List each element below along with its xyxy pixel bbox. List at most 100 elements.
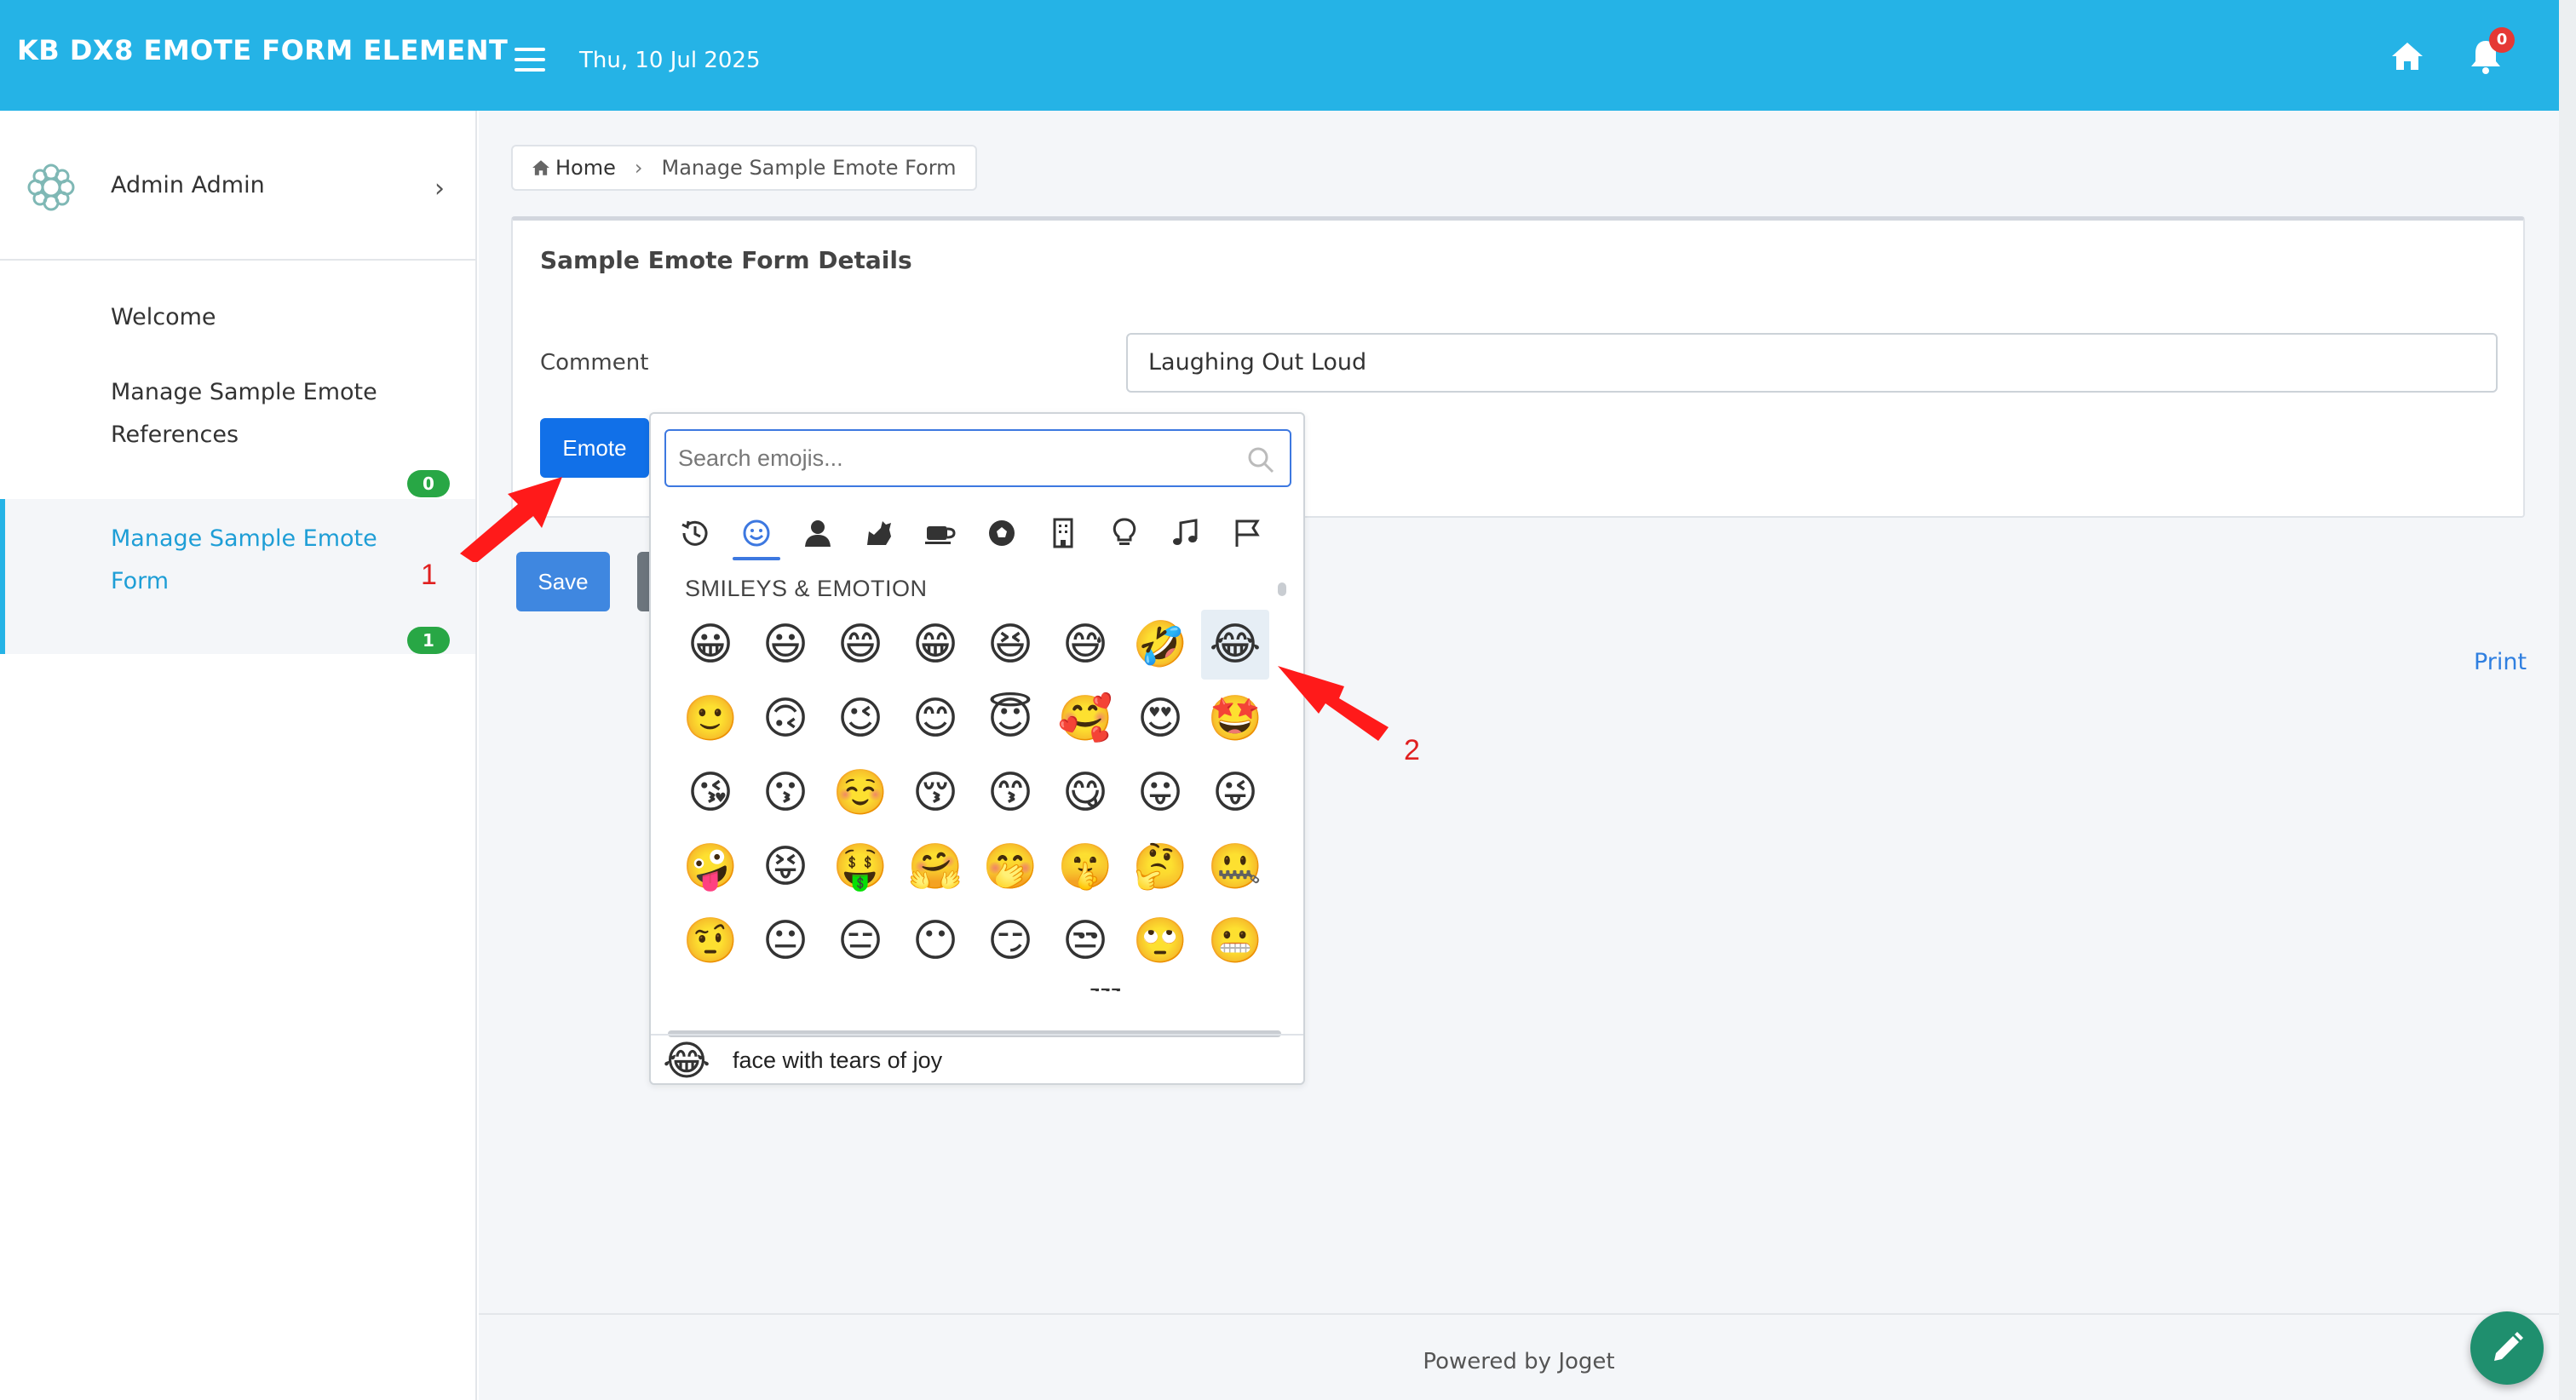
emoji-cell[interactable]: 🤣 [1126, 610, 1194, 680]
breadcrumb-separator: › [634, 156, 643, 180]
sidebar-item-welcome[interactable]: Welcome [0, 281, 475, 358]
print-link[interactable]: Print [2474, 649, 2527, 675]
emoji-cell[interactable]: 😜 [1201, 758, 1269, 828]
emoji-cell[interactable]: 😐 [751, 906, 819, 976]
top-header: KB DX8 EMOTE FORM ELEMENT Thu, 10 Jul 20… [0, 0, 2559, 111]
breadcrumb: Home › Manage Sample Emote Form [511, 145, 977, 191]
footer: Powered by Joget [479, 1313, 2559, 1400]
emoji-cell[interactable]: 😃 [751, 610, 819, 680]
emoji-cell[interactable]: 😅 [1051, 610, 1119, 680]
avatar [24, 160, 78, 215]
emoji-cell[interactable]: 😶 [901, 906, 969, 976]
annotation-arrow-2 [1278, 666, 1389, 741]
chevron-right-icon: › [434, 174, 445, 204]
user-name: Admin Admin [111, 172, 265, 198]
emoji-cell[interactable]: 😝 [751, 832, 819, 902]
menu-toggle-icon[interactable] [515, 48, 545, 72]
emoji-preview: 😂 face with tears of joy [651, 1034, 1303, 1085]
emoji-cell[interactable]: 😁 [901, 610, 969, 680]
sidebar: Admin Admin › Welcome Manage Sample Emot… [0, 111, 477, 1400]
user-profile-row[interactable]: Admin Admin › [0, 111, 475, 261]
emoji-cell[interactable]: 🤤 [976, 980, 1044, 991]
emoji-cell[interactable]: 🙄 [1126, 906, 1194, 976]
emoji-cell[interactable]: 🙃 [751, 684, 819, 754]
home-icon[interactable] [2390, 41, 2424, 72]
emoji-cell[interactable]: 😊 [901, 684, 969, 754]
emoji-section-title: SMILEYS & EMOTION [685, 576, 928, 601]
emoji-cell[interactable]: 🤑 [826, 832, 894, 902]
sidebar-item-label: Manage Sample Emote Form [111, 525, 377, 594]
emoji-cell[interactable]: 😘 [676, 758, 745, 828]
emoji-cell[interactable]: 🤨 [676, 906, 745, 976]
breadcrumb-current: Manage Sample Emote Form [661, 156, 957, 180]
preview-emoji: 😂 [663, 1037, 711, 1085]
count-badge: 1 [407, 627, 450, 654]
emoji-cell[interactable]: 🥰 [1051, 684, 1119, 754]
emoji-cell[interactable]: 🤔 [1126, 832, 1194, 902]
annotation-arrow-1 [460, 477, 562, 562]
sports-icon[interactable] [971, 509, 1032, 557]
emoji-cell[interactable]: 😏 [976, 906, 1044, 976]
person-icon[interactable] [787, 509, 848, 557]
emoji-cell[interactable]: 🙂 [676, 684, 745, 754]
emoji-cell[interactable]: 😪 [901, 980, 969, 991]
emoji-cell[interactable]: 😔 [826, 980, 894, 991]
emoji-cell[interactable]: 😌 [751, 980, 819, 991]
pencil-icon [2494, 1332, 2523, 1361]
emoji-cell[interactable]: 🤭 [976, 832, 1044, 902]
sidebar-item-label: Welcome [111, 304, 216, 330]
emoji-cell[interactable]: 🤗 [901, 832, 969, 902]
edit-fab-button[interactable] [2470, 1311, 2544, 1385]
annotation-label-2: 2 [1404, 734, 1420, 766]
flag-icon[interactable] [1216, 509, 1278, 557]
search-icon [1248, 447, 1274, 473]
sidebar-item-manage-form[interactable]: Manage Sample Emote Form [0, 499, 475, 654]
emoji-cell[interactable]: 😚 [901, 758, 969, 828]
building-icon[interactable] [1032, 509, 1094, 557]
food-icon[interactable] [910, 509, 971, 557]
emoji-cell[interactable]: 😆 [976, 610, 1044, 680]
bulb-icon[interactable] [1094, 509, 1155, 557]
emoji-cell[interactable]: 😑 [826, 906, 894, 976]
emoji-cell[interactable]: 😛 [1126, 758, 1194, 828]
emoji-cell[interactable]: 🤪 [676, 832, 745, 902]
recent-icon[interactable] [664, 509, 726, 557]
annotation-arrow-1-shape [460, 477, 562, 562]
animal-icon[interactable] [848, 509, 910, 557]
emoji-cell[interactable]: 🤐 [1201, 832, 1269, 902]
emoji-picker: SMILEYS & EMOTION 😀😃😄😁😆😅🤣😂🙂🙃😉😊😇🥰😍🤩😘😗☺️😚😙… [649, 412, 1305, 1085]
emoji-cell[interactable]: 🤥 [676, 980, 745, 991]
emoji-cell[interactable]: ☺️ [826, 758, 894, 828]
emoji-cell[interactable]: 😬 [1201, 906, 1269, 976]
sidebar-item-manage-references[interactable]: Manage Sample Emote References 0 [0, 358, 475, 502]
emoji-cell[interactable]: 😒 [1051, 906, 1119, 976]
emoji-search-input[interactable] [678, 431, 1223, 485]
emoji-cell[interactable]: 😀 [676, 610, 745, 680]
emoji-search-box[interactable] [664, 429, 1291, 487]
emoji-cell[interactable]: 🤩 [1201, 684, 1269, 754]
breadcrumb-home[interactable]: Home [532, 156, 616, 180]
emoji-cell[interactable]: 🤫 [1051, 832, 1119, 902]
emoji-cell[interactable]: 😂 [1201, 610, 1269, 680]
app-title[interactable]: KB DX8 EMOTE FORM ELEMENT [17, 34, 508, 66]
emoji-cell[interactable]: 😴 [1051, 980, 1122, 991]
emoji-grid: 😀 😃 😄 😁 😆 😅 🤣 😂 🙂 🙃 😉 😊 😇 🥰 😍 🤩 😘 😗 ☺️ 😚 😙 😋 😛 😜 🤪 😝 🤑 🤗 🤭 🤫 🤔 🤐 🤨 😐 😑 😶 😏 😒 🙄… [676, 610, 1279, 991]
emoji-cell[interactable]: 😙 [976, 758, 1044, 828]
page-scrollbar[interactable] [2559, 0, 2576, 1400]
form-title: Sample Emote Form Details [540, 246, 912, 274]
emoji-cell[interactable]: 🤒 [1201, 980, 1269, 991]
emoji-cell[interactable]: 😍 [1126, 684, 1194, 754]
emoji-cell[interactable]: 😄 [826, 610, 894, 680]
emoji-cell[interactable]: 😷 [1126, 980, 1194, 991]
comment-input[interactable]: Laughing Out Loud [1126, 333, 2498, 393]
annotation-label-1: 1 [421, 559, 437, 591]
emoji-cell[interactable]: 😉 [826, 684, 894, 754]
music-icon[interactable] [1155, 509, 1216, 557]
vertical-scrollbar[interactable] [1278, 582, 1286, 596]
smiley-icon[interactable] [726, 509, 787, 560]
emoji-cell[interactable]: 😇 [976, 684, 1044, 754]
emoji-cell[interactable]: 😋 [1051, 758, 1119, 828]
count-badge: 0 [407, 470, 450, 497]
emoji-cell[interactable]: 😗 [751, 758, 819, 828]
comment-label: Comment [540, 350, 649, 376]
